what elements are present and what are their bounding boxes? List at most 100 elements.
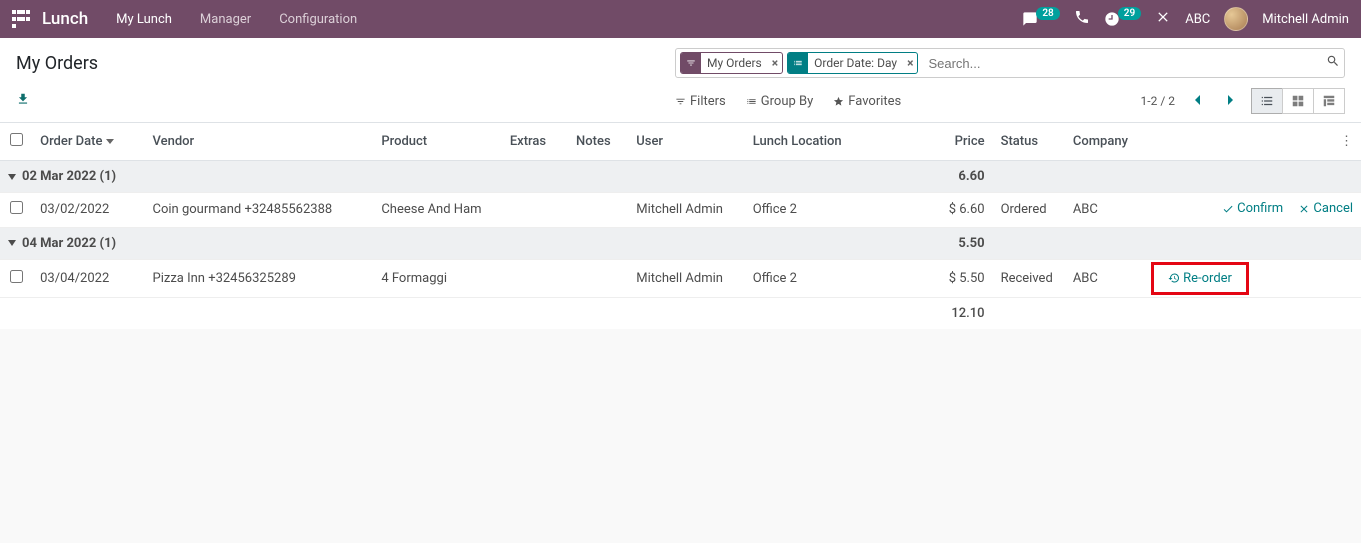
- filters-label: Filters: [690, 94, 726, 109]
- check-icon: [1222, 203, 1234, 215]
- cell-product: Cheese And Ham: [373, 193, 501, 228]
- col-order-date[interactable]: Order Date: [32, 123, 144, 161]
- kanban-view-button[interactable]: [1282, 88, 1314, 114]
- view-switcher: [1251, 88, 1345, 114]
- history-icon: [1168, 272, 1180, 284]
- group-label: 02 Mar 2022 (1): [22, 169, 116, 184]
- total-price: 12.10: [920, 297, 992, 329]
- cell-product: 4 Formaggi: [373, 259, 501, 297]
- chevron-left-icon: [1193, 94, 1201, 106]
- phone-button[interactable]: [1074, 9, 1090, 29]
- cell-location: Office 2: [745, 259, 921, 297]
- cell-status: Received: [993, 259, 1065, 297]
- kanban-icon: [1291, 94, 1305, 108]
- reorder-button[interactable]: Re-order: [1168, 271, 1232, 286]
- search-input[interactable]: [922, 56, 1320, 71]
- cell-notes: [568, 193, 628, 228]
- app-brand[interactable]: Lunch: [42, 9, 88, 29]
- cell-price: $ 6.60: [920, 193, 992, 228]
- nav-menu: My Lunch Manager Configuration: [116, 12, 357, 27]
- cell-date: 03/04/2022: [32, 259, 144, 297]
- close-icon: [1155, 9, 1171, 25]
- cell-extras: [502, 193, 568, 228]
- pager-text: 1-2 / 2: [1141, 94, 1175, 108]
- row-checkbox[interactable]: [10, 270, 23, 283]
- groupby-label: Group By: [761, 94, 814, 109]
- cell-notes: [568, 259, 628, 297]
- facet-filter-remove[interactable]: ×: [768, 56, 782, 70]
- grid-icon: [1322, 94, 1336, 108]
- export-button[interactable]: [16, 92, 30, 110]
- cancel-button[interactable]: Cancel: [1298, 201, 1353, 216]
- col-extras[interactable]: Extras: [502, 123, 568, 161]
- col-status[interactable]: Status: [993, 123, 1065, 161]
- group-header[interactable]: 02 Mar 2022 (1) 6.60: [0, 161, 1361, 193]
- list-view-button[interactable]: [1251, 88, 1283, 114]
- phone-icon: [1074, 9, 1090, 25]
- nav-configuration[interactable]: Configuration: [279, 12, 357, 27]
- chevron-right-icon: [1227, 94, 1235, 106]
- funnel-icon: [681, 53, 701, 73]
- group-price-sum: 6.60: [920, 161, 992, 193]
- orders-table: Order Date Vendor Product Extras Notes U…: [0, 123, 1361, 329]
- col-user[interactable]: User: [628, 123, 744, 161]
- facet-filter: My Orders ×: [680, 52, 783, 74]
- apps-icon[interactable]: [12, 10, 30, 28]
- company-switcher[interactable]: ABC: [1185, 12, 1210, 27]
- table-row[interactable]: 03/02/2022 Coin gourmand +32485562388 Ch…: [0, 193, 1361, 228]
- cell-vendor: Pizza Inn +32456325289: [145, 259, 374, 297]
- group-header[interactable]: 04 Mar 2022 (1) 5.50: [0, 227, 1361, 259]
- col-vendor[interactable]: Vendor: [145, 123, 374, 161]
- nav-my-lunch[interactable]: My Lunch: [116, 12, 172, 27]
- groupby-button[interactable]: Group By: [746, 88, 814, 114]
- list-icon: [746, 96, 757, 107]
- favorites-button[interactable]: Favorites: [833, 88, 901, 114]
- col-company[interactable]: Company: [1065, 123, 1151, 161]
- star-icon: [833, 96, 844, 107]
- select-all-checkbox[interactable]: [10, 133, 23, 146]
- confirm-button[interactable]: Confirm: [1222, 201, 1283, 216]
- cell-company: ABC: [1065, 193, 1151, 228]
- row-checkbox[interactable]: [10, 201, 23, 214]
- col-location[interactable]: Lunch Location: [745, 123, 921, 161]
- filters-button[interactable]: Filters: [675, 88, 726, 114]
- facet-groupby-label: Order Date: Day: [808, 56, 903, 70]
- activities-count: 29: [1118, 7, 1141, 20]
- table-row[interactable]: 03/04/2022 Pizza Inn +32456325289 4 Form…: [0, 259, 1361, 297]
- messages-button[interactable]: 28: [1022, 11, 1059, 27]
- search-icon[interactable]: [1326, 54, 1340, 72]
- group-price-sum: 5.50: [920, 227, 992, 259]
- col-notes[interactable]: Notes: [568, 123, 628, 161]
- nav-manager[interactable]: Manager: [200, 12, 251, 27]
- col-price[interactable]: Price: [920, 123, 992, 161]
- cell-user: Mitchell Admin: [628, 259, 744, 297]
- avatar[interactable]: [1224, 7, 1248, 31]
- favorites-label: Favorites: [848, 94, 901, 109]
- cell-location: Office 2: [745, 193, 921, 228]
- search-bar[interactable]: My Orders × Order Date: Day ×: [675, 48, 1345, 78]
- pager-next[interactable]: [1219, 90, 1243, 113]
- facet-groupby-remove[interactable]: ×: [903, 56, 917, 70]
- table-header-row: Order Date Vendor Product Extras Notes U…: [0, 123, 1361, 161]
- funnel-icon: [675, 96, 686, 107]
- cell-vendor: Coin gourmand +32485562388: [145, 193, 374, 228]
- facet-filter-label: My Orders: [701, 56, 768, 70]
- activities-button[interactable]: 29: [1104, 11, 1141, 27]
- cell-user: Mitchell Admin: [628, 193, 744, 228]
- pager: 1-2 / 2: [1141, 90, 1243, 113]
- cell-company: ABC: [1065, 259, 1151, 297]
- col-product[interactable]: Product: [373, 123, 501, 161]
- facet-groupby: Order Date: Day ×: [787, 52, 918, 74]
- debug-close[interactable]: [1155, 9, 1171, 29]
- nav-right: 28 29 ABC Mitchell Admin: [1022, 7, 1349, 31]
- top-nav: Lunch My Lunch Manager Configuration 28 …: [0, 0, 1361, 38]
- cell-price: $ 5.50: [920, 259, 992, 297]
- table-footer: 12.10: [0, 297, 1361, 329]
- list-icon: [788, 53, 808, 73]
- cell-extras: [502, 259, 568, 297]
- cell-status: Ordered: [993, 193, 1065, 228]
- pager-prev[interactable]: [1185, 90, 1209, 113]
- user-name[interactable]: Mitchell Admin: [1262, 12, 1349, 27]
- optional-columns[interactable]: ⋮: [1332, 123, 1361, 161]
- pivot-view-button[interactable]: [1313, 88, 1345, 114]
